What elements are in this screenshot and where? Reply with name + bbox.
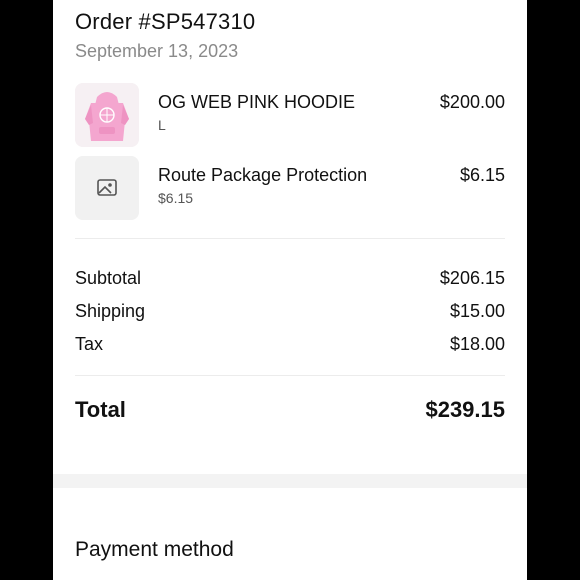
tax-row: Tax $18.00 — [75, 334, 505, 358]
product-thumbnail[interactable] — [75, 156, 139, 220]
section-separator — [53, 474, 527, 488]
total-value: $239.15 — [425, 397, 505, 422]
shipping-row: Shipping $15.00 — [75, 301, 505, 325]
image-placeholder-icon — [75, 156, 139, 220]
total-row: Total $239.15 — [75, 397, 505, 427]
order-date: September 13, 2023 — [75, 41, 239, 61]
order-summary-sheet: Order #SP547310 September 13, 2023 OG WE… — [53, 0, 527, 580]
payment-method-heading: Payment method — [75, 538, 234, 561]
shipping-label: Shipping — [75, 301, 146, 321]
item-name: Route Package Protection — [158, 165, 368, 185]
subtotal-row: Subtotal $206.15 — [75, 268, 505, 292]
divider — [75, 375, 505, 376]
line-item[interactable]: OG WEB PINK HOODIE L $200.00 — [75, 83, 505, 149]
item-price: $200.00 — [439, 92, 505, 112]
subtotal-value: $206.15 — [439, 268, 505, 288]
tax-value: $18.00 — [449, 334, 505, 354]
item-price: $6.15 — [459, 165, 505, 185]
pink-hoodie-image — [75, 83, 139, 147]
item-name: OG WEB PINK HOODIE — [158, 92, 356, 112]
divider — [75, 238, 505, 239]
product-thumbnail[interactable] — [75, 83, 139, 147]
total-label: Total — [75, 397, 126, 422]
line-item[interactable]: Route Package Protection $6.15 $6.15 — [75, 156, 505, 222]
item-sub-price: $6.15 — [158, 190, 194, 206]
order-title: Order #SP547310 — [75, 9, 256, 34]
item-variant: L — [158, 117, 166, 133]
tax-label: Tax — [75, 334, 104, 354]
subtotal-label: Subtotal — [75, 268, 142, 288]
shipping-value: $15.00 — [449, 301, 505, 321]
